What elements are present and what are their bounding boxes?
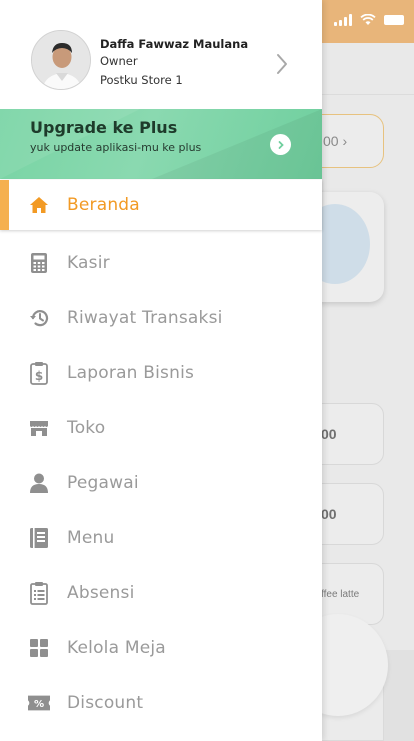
menu-book-icon xyxy=(28,527,50,549)
avatar xyxy=(31,30,91,90)
menu-item-absensi[interactable]: Absensi xyxy=(0,565,322,620)
menu-label: Kelola Meja xyxy=(67,637,166,658)
user-icon xyxy=(28,472,50,494)
menu-item-pegawai[interactable]: Pegawai xyxy=(0,455,322,510)
menu-label: Absensi xyxy=(67,582,135,603)
navigation-drawer: Daffa Fawwaz Maulana Owner Postku Store … xyxy=(0,0,322,741)
svg-text:$: $ xyxy=(35,369,43,383)
upgrade-banner[interactable]: Upgrade ke Plus yuk update aplikasi-mu k… xyxy=(0,109,322,179)
menu-item-riwayat-transaksi[interactable]: Riwayat Transaksi xyxy=(0,290,322,345)
clipboard-icon xyxy=(28,581,50,605)
chevron-right-icon xyxy=(278,140,284,149)
menu-item-kelola-meja[interactable]: Kelola Meja xyxy=(0,620,322,675)
signal-icon xyxy=(334,14,352,26)
profile-role: Owner xyxy=(100,54,138,68)
menu-label: Beranda xyxy=(67,195,140,215)
grid-icon xyxy=(28,637,50,659)
wifi-icon xyxy=(360,14,376,25)
calculator-icon xyxy=(28,252,50,274)
chevron-right-icon[interactable] xyxy=(275,52,289,76)
history-icon xyxy=(28,307,50,329)
svg-text:%: % xyxy=(34,699,44,710)
menu-item-discount[interactable]: % Discount xyxy=(0,675,322,730)
menu-item-laporan-bisnis[interactable]: $ Laporan Bisnis xyxy=(0,345,322,400)
profile-name: Daffa Fawwaz Maulana xyxy=(100,37,249,51)
profile-header[interactable]: Daffa Fawwaz Maulana Owner Postku Store … xyxy=(0,0,322,109)
menu-label: Toko xyxy=(67,417,106,438)
upgrade-title: Upgrade ke Plus xyxy=(30,118,178,137)
store-icon xyxy=(28,417,50,439)
drawer-menu: Beranda Kasir Riwayat Transaksi $ Lapora… xyxy=(0,180,322,730)
menu-item-kasir[interactable]: Kasir xyxy=(0,235,322,290)
menu-item-beranda[interactable]: Beranda xyxy=(0,180,322,230)
upgrade-arrow-button[interactable] xyxy=(270,134,291,155)
report-icon: $ xyxy=(28,361,50,385)
discount-icon: % xyxy=(28,692,50,714)
menu-label: Laporan Bisnis xyxy=(67,362,195,383)
menu-item-menu[interactable]: Menu xyxy=(0,510,322,565)
profile-store: Postku Store 1 xyxy=(100,73,183,87)
home-icon xyxy=(28,194,50,216)
menu-item-toko[interactable]: Toko xyxy=(0,400,322,455)
menu-label: Pegawai xyxy=(67,472,139,493)
battery-icon xyxy=(384,15,404,25)
upgrade-subtitle: yuk update aplikasi-mu ke plus xyxy=(30,141,202,154)
menu-label: Kasir xyxy=(67,252,110,273)
menu-label: Discount xyxy=(67,692,144,713)
menu-label: Menu xyxy=(67,527,115,548)
menu-label: Riwayat Transaksi xyxy=(67,307,223,328)
